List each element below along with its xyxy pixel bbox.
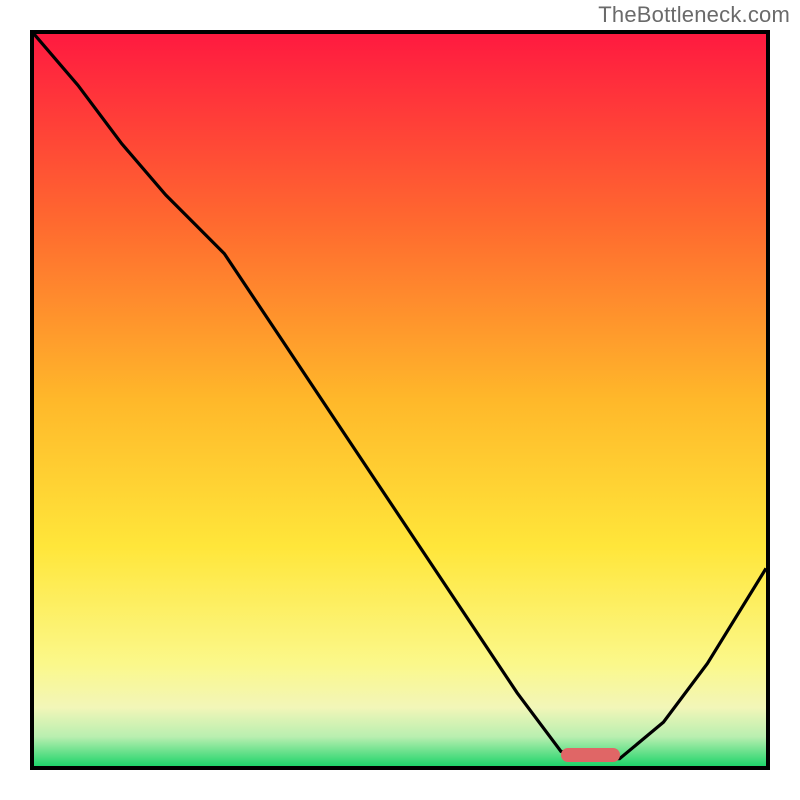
plot-area <box>30 30 770 770</box>
bottleneck-curve <box>34 34 766 766</box>
chart-container: TheBottleneck.com <box>0 0 800 800</box>
target-marker <box>561 748 620 762</box>
watermark-text: TheBottleneck.com <box>598 2 790 28</box>
